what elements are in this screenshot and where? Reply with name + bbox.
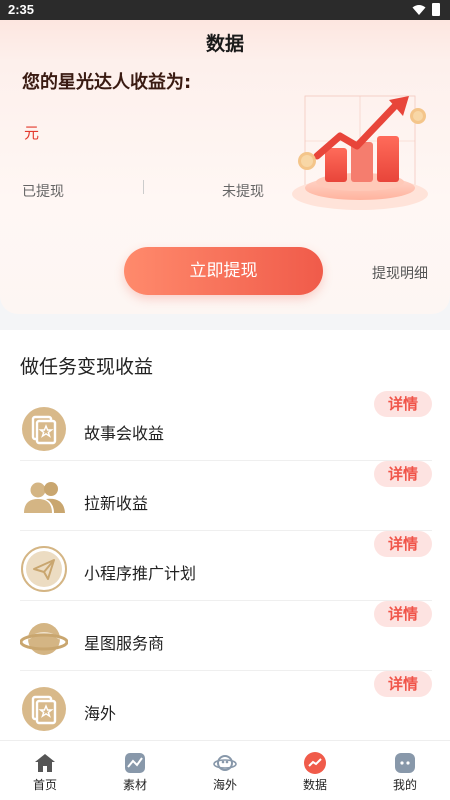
tab-label: 海外 xyxy=(212,778,237,792)
tab-label: 首页 xyxy=(32,778,57,792)
detail-button[interactable]: 详情 xyxy=(374,391,432,417)
battery-icon xyxy=(432,3,440,16)
tasks-section: 做任务变现收益 故事会收益 详情 拉新收益 详情 小程序推广计划 详情 星图服务… xyxy=(0,330,450,740)
task-row-referral[interactable]: 拉新收益 详情 xyxy=(20,461,432,531)
home-icon xyxy=(35,754,55,772)
status-icons xyxy=(412,3,440,16)
detail-button[interactable]: 详情 xyxy=(374,601,432,627)
withdraw-now-button[interactable]: 立即提现 xyxy=(124,247,323,295)
story-card-icon xyxy=(22,687,66,731)
tab-data[interactable]: 数据 xyxy=(270,741,360,800)
detail-button[interactable]: 详情 xyxy=(374,531,432,557)
tab-label: 数据 xyxy=(302,778,327,792)
earnings-unit: 元 xyxy=(24,124,40,142)
withdraw-detail-link[interactable]: 提现明细 xyxy=(372,263,428,283)
status-bar: 2:35 xyxy=(0,0,450,20)
users-icon xyxy=(24,482,65,513)
page-header: 数据 xyxy=(0,20,450,62)
earnings-title: 您的星光达人收益为: xyxy=(22,72,192,93)
task-row-story[interactable]: 故事会收益 详情 xyxy=(20,391,432,461)
material-icon xyxy=(125,753,145,773)
tab-label: 我的 xyxy=(392,778,417,792)
task-row-overseas[interactable]: 海外 详情 xyxy=(20,671,432,741)
wifi-icon xyxy=(412,4,426,15)
data-icon xyxy=(304,752,326,774)
status-time: 2:35 xyxy=(8,2,35,17)
detail-button[interactable]: 详情 xyxy=(374,671,432,697)
task-label: 小程序推广计划 xyxy=(84,564,197,583)
task-label: 拉新收益 xyxy=(84,494,149,513)
earnings-card: 您的星光达人收益为: 元 已提现 未提现 立即提现 提现明细 xyxy=(0,62,450,314)
detail-button[interactable]: 详情 xyxy=(374,461,432,487)
task-row-xingtu[interactable]: 星图服务商 详情 xyxy=(20,601,432,671)
task-label: 故事会收益 xyxy=(84,424,165,443)
tab-profile[interactable]: 我的 xyxy=(360,741,450,800)
task-row-miniprogram[interactable]: 小程序推广计划 详情 xyxy=(20,531,432,601)
tab-overseas[interactable]: 海外 xyxy=(180,741,270,800)
profile-icon xyxy=(395,753,415,773)
bottom-tab-bar: 首页 素材 海外 数据 我的 xyxy=(0,740,450,800)
planet-icon xyxy=(20,623,68,655)
tab-label: 素材 xyxy=(122,778,147,792)
task-label: 星图服务商 xyxy=(84,634,165,653)
stat-divider xyxy=(143,180,144,194)
overseas-icon xyxy=(213,755,237,771)
story-card-icon xyxy=(22,407,66,451)
withdrawn-label: 已提现 xyxy=(22,184,64,200)
tab-material[interactable]: 素材 xyxy=(90,741,180,800)
tab-home[interactable]: 首页 xyxy=(0,741,90,800)
paper-plane-icon xyxy=(21,546,67,592)
tasks-title: 做任务变现收益 xyxy=(20,356,154,378)
unwithdrawn-label: 未提现 xyxy=(222,184,264,200)
task-label: 海外 xyxy=(84,704,117,723)
page-title: 数据 xyxy=(205,33,244,55)
earnings-illustration xyxy=(292,95,428,210)
